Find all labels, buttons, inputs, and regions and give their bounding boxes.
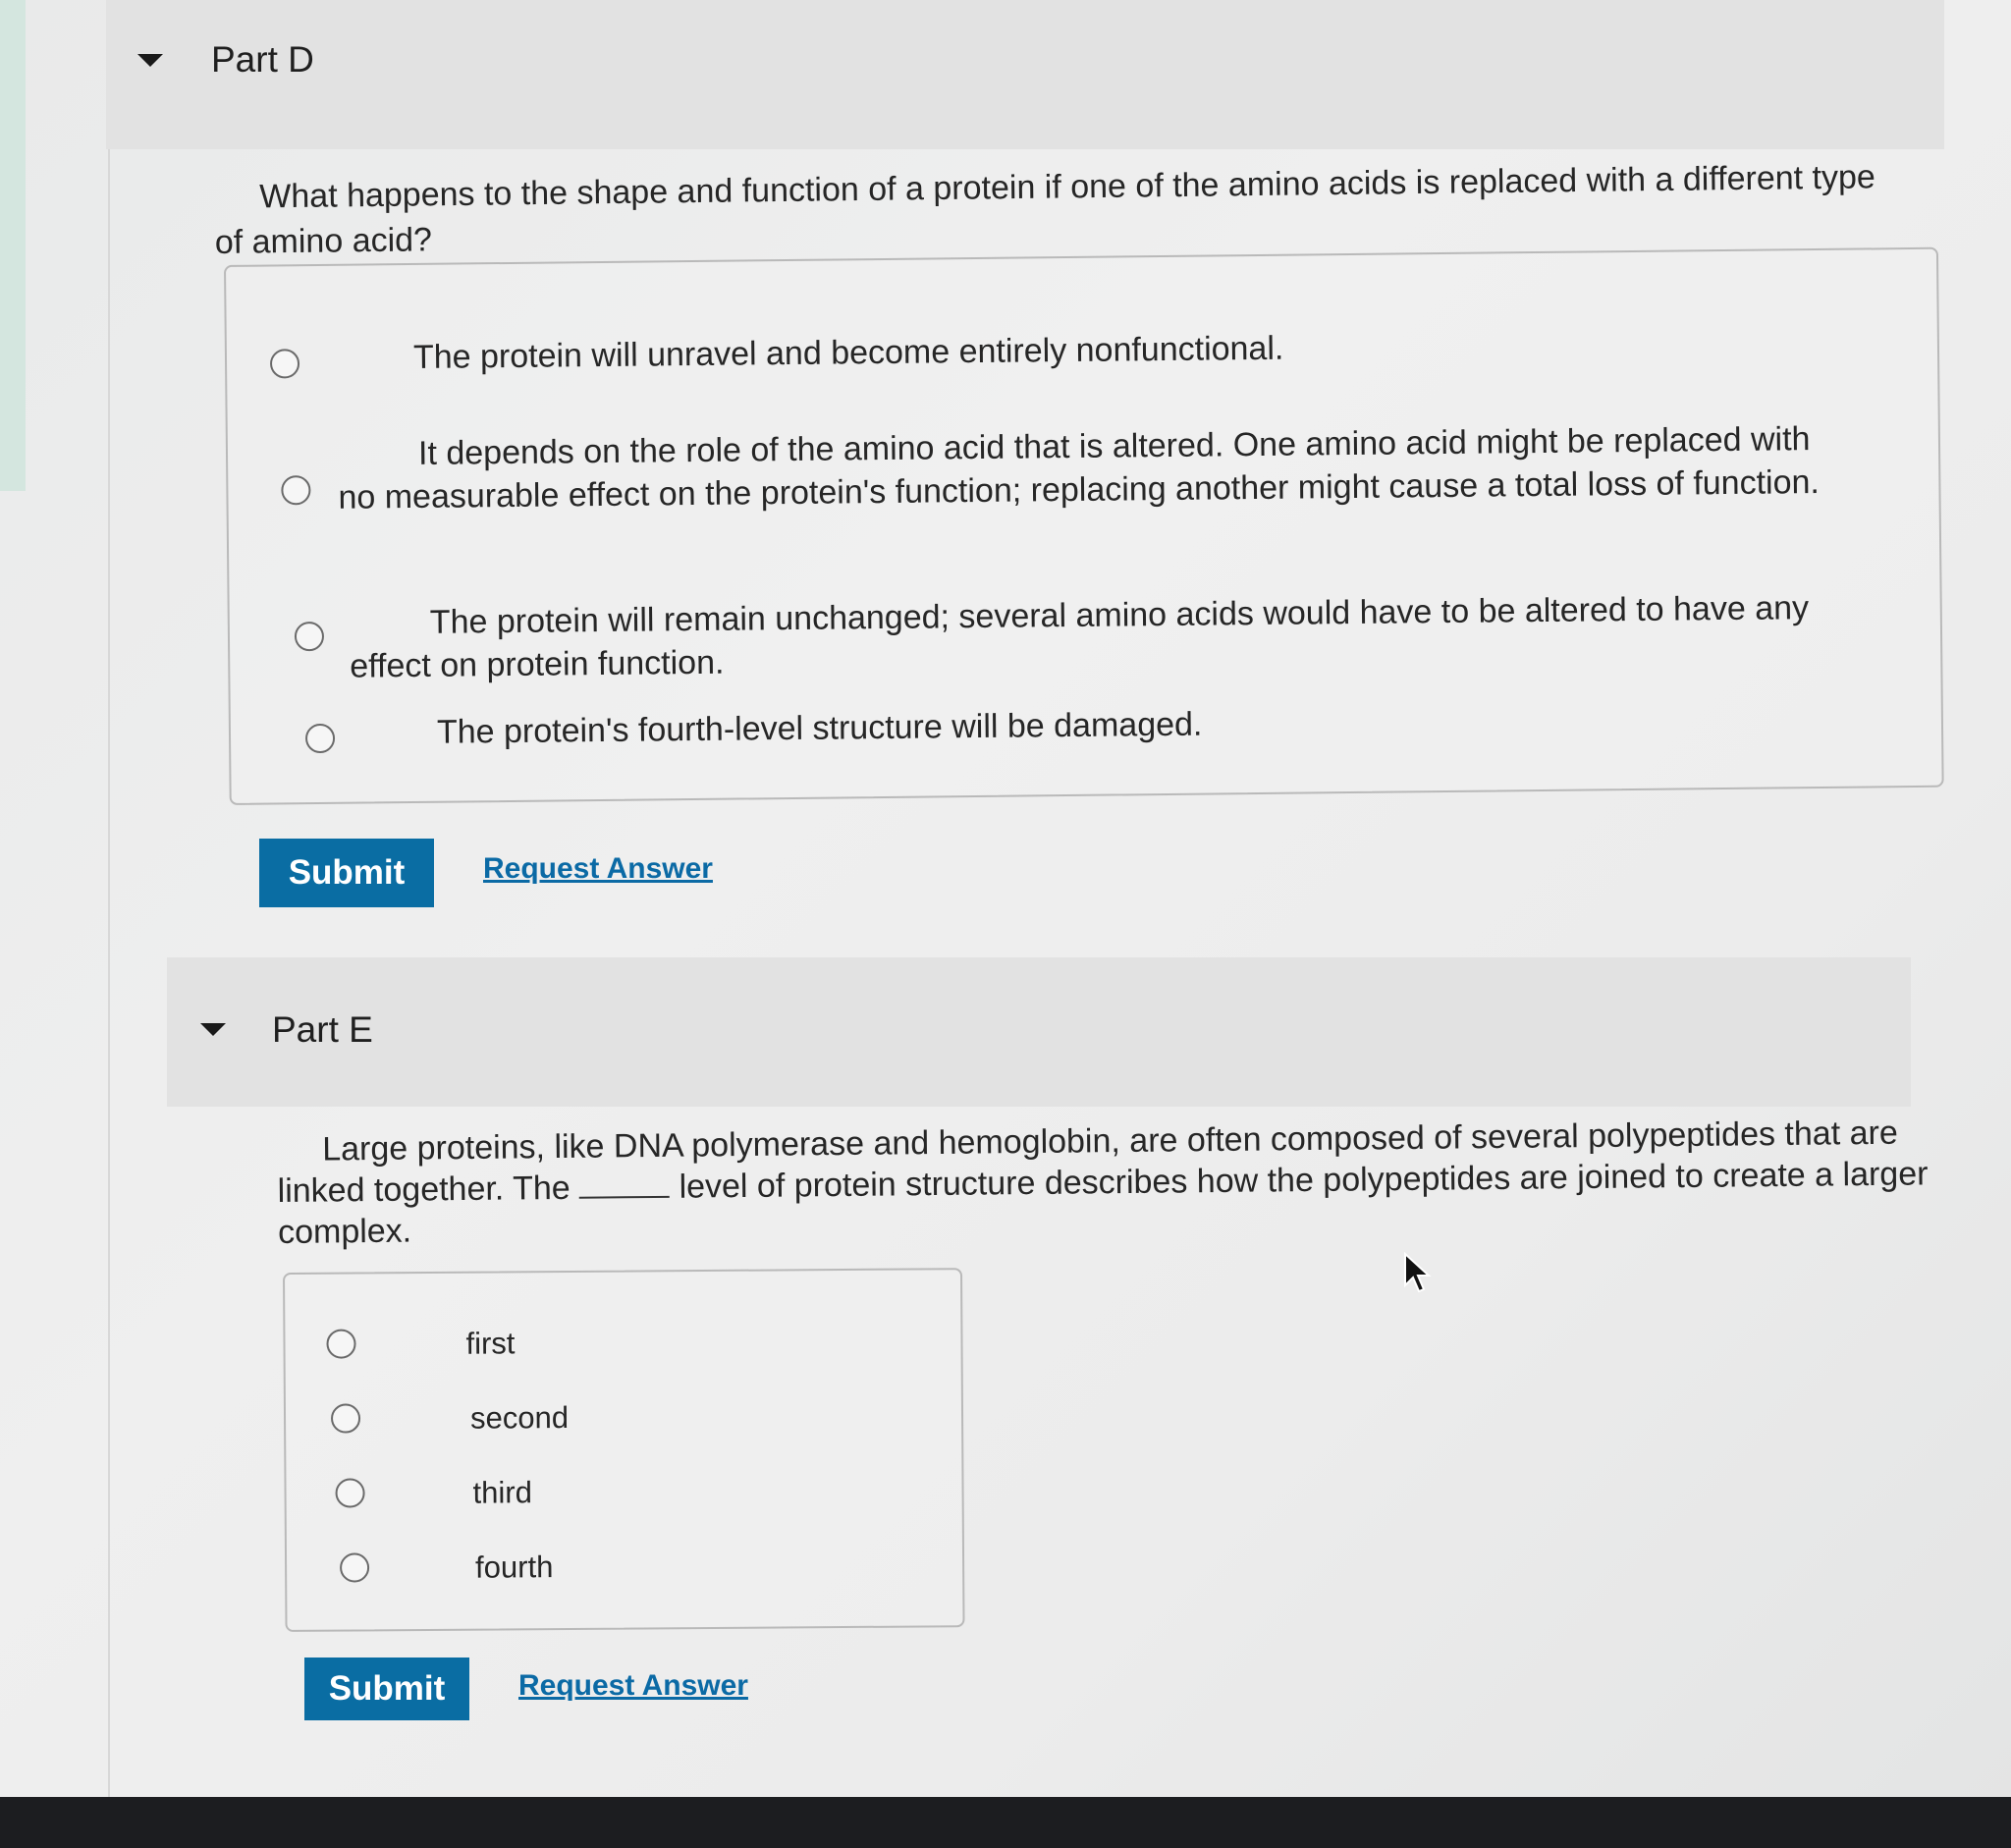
part-d-title: Part D: [211, 39, 314, 80]
part-e-choices-box: first second third fourth: [283, 1268, 965, 1632]
caret-down-icon[interactable]: [137, 54, 163, 67]
radio-button[interactable]: [326, 1329, 356, 1359]
radio-button[interactable]: [304, 723, 336, 754]
radio-button[interactable]: [294, 621, 325, 652]
part-d-submit-button[interactable]: Submit: [259, 839, 434, 907]
part-e-request-answer-link[interactable]: Request Answer: [518, 1669, 748, 1703]
caret-down-icon[interactable]: [200, 1023, 226, 1036]
fill-in-blank: [578, 1166, 671, 1199]
content-edge: [108, 0, 110, 1797]
monitor-bezel: [0, 1797, 2011, 1848]
part-d-choices-box: The protein will unravel and become enti…: [224, 246, 1944, 805]
radio-button[interactable]: [339, 1552, 370, 1583]
choice-label[interactable]: It depends on the role of the amino acid…: [338, 417, 1820, 519]
radio-button[interactable]: [281, 475, 311, 506]
radio-button[interactable]: [335, 1478, 365, 1508]
radio-button[interactable]: [330, 1403, 361, 1434]
choice-label[interactable]: first: [465, 1322, 515, 1365]
part-e-header[interactable]: [167, 957, 1911, 1107]
part-e-submit-button[interactable]: Submit: [304, 1658, 469, 1720]
radio-button[interactable]: [269, 349, 300, 379]
left-decoration-strip: [0, 0, 26, 491]
choice-label[interactable]: fourth: [475, 1546, 554, 1590]
mouse-pointer-icon: [1404, 1252, 1432, 1293]
part-e-question: Large proteins, like DNA polymerase and …: [277, 1112, 1929, 1253]
part-e-title: Part E: [272, 1009, 373, 1050]
question-line: linked together. The: [277, 1169, 571, 1210]
part-d-question: What happens to the shape and function o…: [214, 154, 1876, 265]
part-d-header[interactable]: [106, 0, 1944, 149]
choice-label[interactable]: third: [472, 1471, 532, 1514]
choice-label[interactable]: The protein will remain unchanged; sever…: [350, 586, 1810, 688]
choice-label[interactable]: The protein will unravel and become enti…: [413, 327, 1284, 379]
part-d-request-answer-link[interactable]: Request Answer: [483, 852, 713, 886]
question-line: of amino acid?: [214, 221, 433, 261]
choice-label[interactable]: The protein's fourth-level structure wil…: [437, 703, 1203, 754]
choice-label[interactable]: second: [470, 1396, 569, 1440]
question-line: complex.: [277, 1212, 412, 1251]
